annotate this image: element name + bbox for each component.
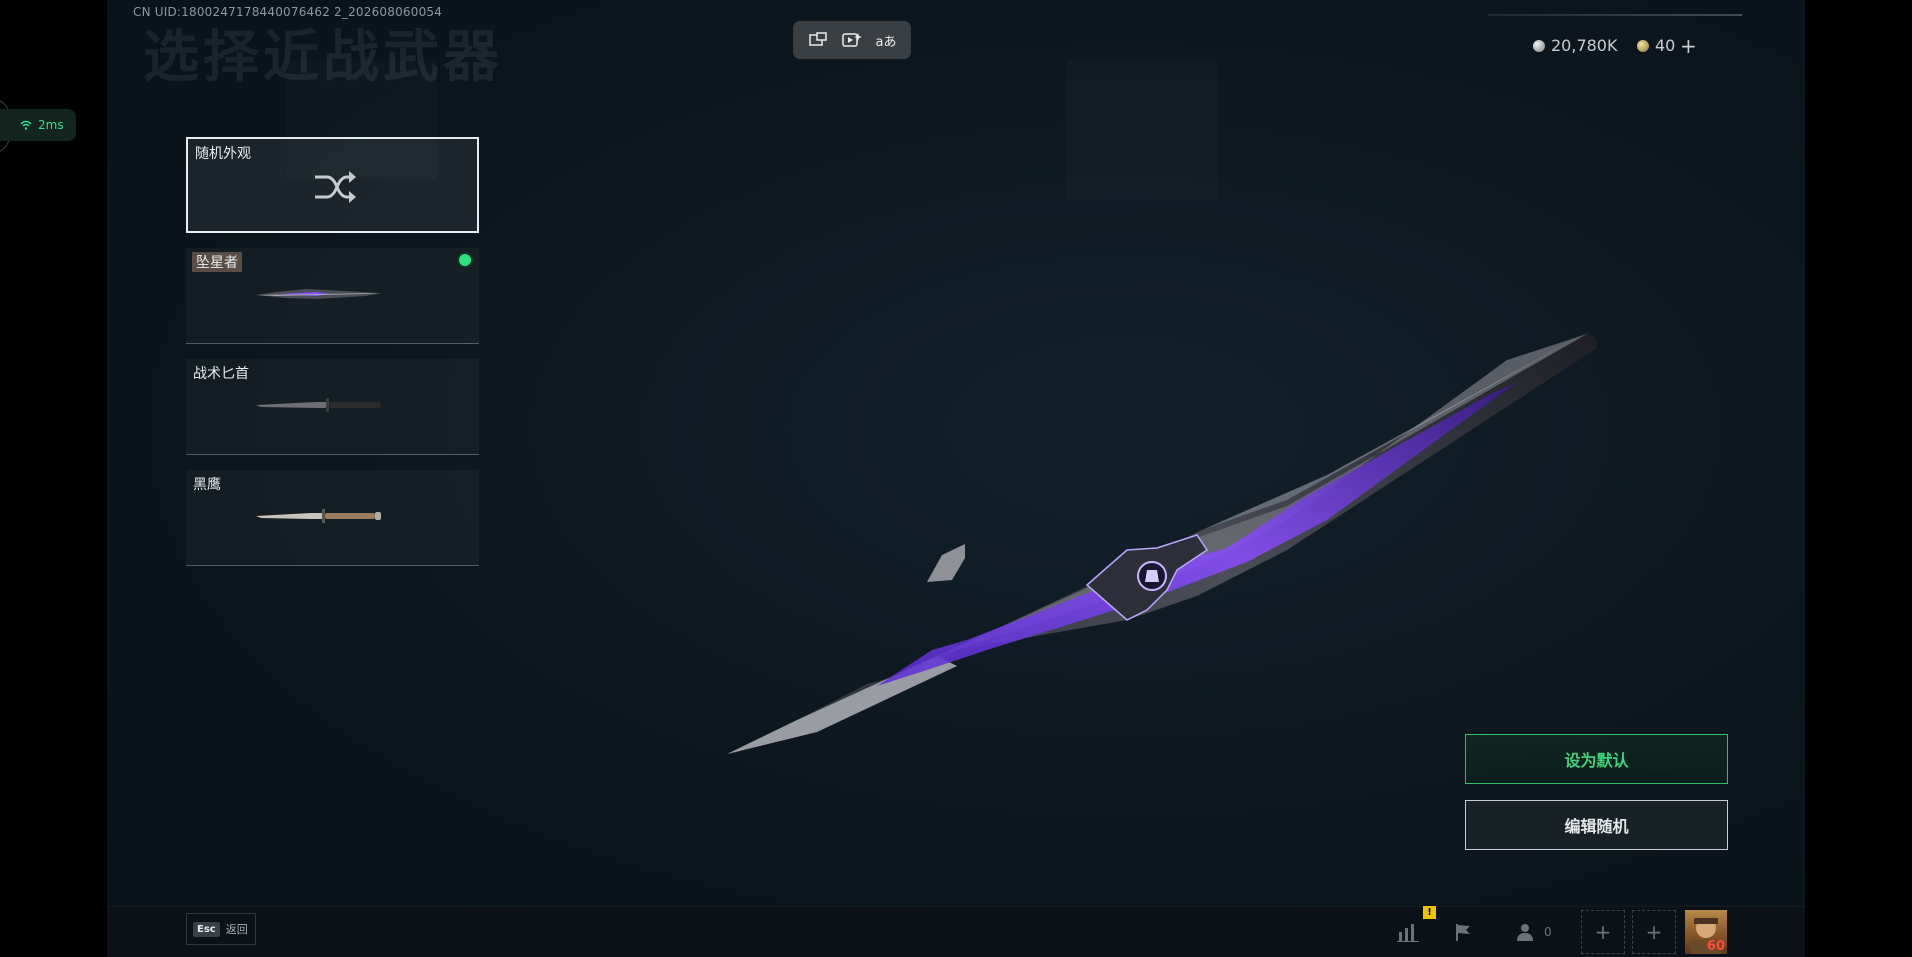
silver-coin-icon <box>1533 39 1545 52</box>
back-button[interactable]: Esc 返回 <box>186 913 256 945</box>
skin-name: 随机外观 <box>195 146 251 162</box>
skin-card-tactical-dagger[interactable]: 战术匕首 <box>186 359 479 455</box>
translate-icon[interactable]: aあ <box>874 28 898 52</box>
skin-card-starfall[interactable]: 坠星者 <box>186 248 479 344</box>
set-default-button[interactable]: 设为默认 <box>1465 734 1728 784</box>
back-label: 返回 <box>225 923 248 936</box>
page-title: 选择近战武器 <box>143 25 503 90</box>
skin-card-black-hawk[interactable]: 黑鹰 <box>186 470 479 566</box>
friends-count: 0 <box>1544 925 1552 939</box>
ping-indicator: 2ms <box>0 109 76 141</box>
black-hawk-thumbnail <box>256 509 381 523</box>
gold-amount: 40 <box>1655 36 1676 55</box>
flag-icon[interactable] <box>1444 913 1484 951</box>
skin-card-random[interactable]: 随机外观 <box>186 137 479 233</box>
screen-switch-icon[interactable] <box>806 28 830 52</box>
floating-toolbar: aあ <box>793 21 911 59</box>
skin-list: 随机外观 坠星者 战术匕首 黑鹰 <box>186 137 479 581</box>
wifi-icon <box>20 120 32 130</box>
shuffle-icon <box>315 171 356 203</box>
starfall-knife-thumbnail <box>256 289 381 299</box>
silver-currency: 20,780K <box>1533 36 1617 55</box>
warning-badge: ! <box>1423 906 1436 919</box>
gold-coin-icon <box>1637 39 1649 52</box>
weapon-model[interactable] <box>727 320 1627 770</box>
skin-name: 坠星者 <box>192 252 242 272</box>
player-avatar[interactable]: 60 <box>1685 910 1727 954</box>
equipped-indicator <box>459 254 471 266</box>
stats-icon[interactable] <box>1388 913 1428 951</box>
esc-key: Esc <box>193 921 220 937</box>
background-panel <box>1067 60 1217 200</box>
skin-name: 黑鹰 <box>193 477 221 493</box>
party-slot-add-button[interactable]: + <box>1581 910 1625 954</box>
edit-random-button[interactable]: 编辑随机 <box>1465 800 1728 850</box>
player-level: 60 <box>1706 939 1725 954</box>
silver-amount: 20,780K <box>1551 36 1618 55</box>
add-currency-button[interactable]: + <box>1680 34 1697 58</box>
ping-value: 2ms <box>38 118 64 132</box>
friends-icon[interactable] <box>1505 913 1545 951</box>
skin-name: 战术匕首 <box>193 366 249 382</box>
video-spark-icon[interactable] <box>840 28 864 52</box>
party-slot-add-button[interactable]: + <box>1632 910 1676 954</box>
tactical-dagger-thumbnail <box>256 398 381 412</box>
top-decoration <box>1488 14 1742 16</box>
gold-currency: 40 <box>1637 36 1675 55</box>
